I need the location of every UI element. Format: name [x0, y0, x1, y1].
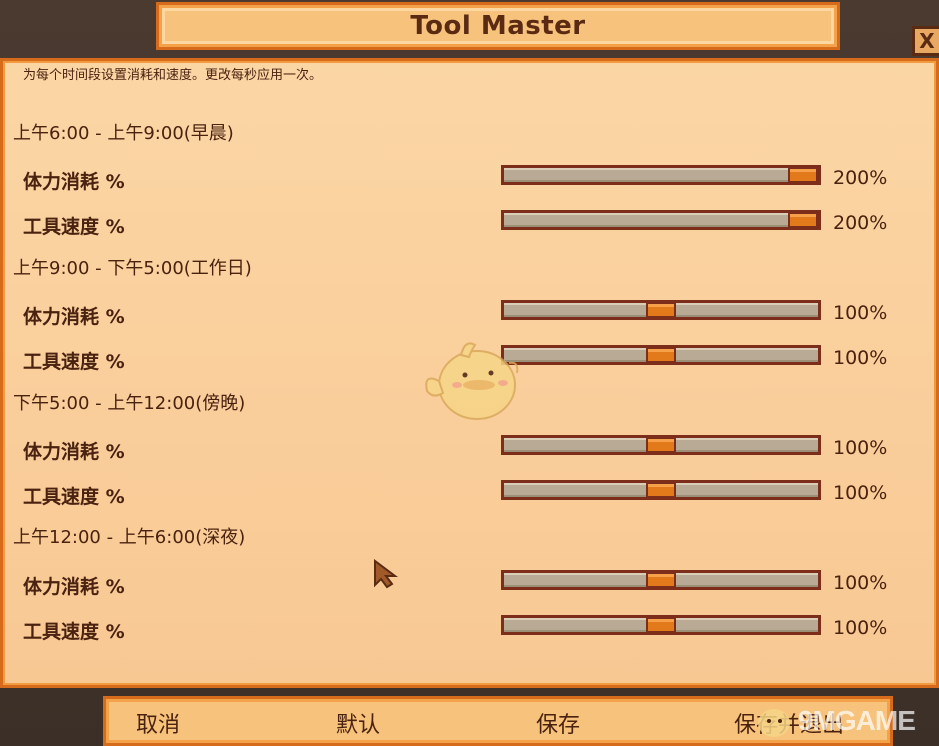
tool-speed-value: 100%: [833, 617, 888, 639]
slider-thumb[interactable]: [646, 572, 676, 588]
slider-thumb[interactable]: [646, 482, 676, 498]
title-banner: Tool Master: [156, 2, 840, 50]
tool-speed-slider-night[interactable]: [501, 615, 821, 635]
tool-speed-value: 100%: [833, 347, 888, 369]
cancel-button[interactable]: 取消: [136, 707, 180, 739]
watermark: 9MGAME: [752, 698, 938, 744]
tool-speed-label: 工具速度 %: [23, 216, 125, 238]
default-button[interactable]: 默认: [336, 707, 380, 739]
section-header-workday: 上午9:00 - 下午5:00(工作日): [13, 258, 252, 279]
stamina-value: 100%: [833, 302, 888, 324]
watermark-logo-icon: [758, 709, 790, 737]
stamina-slider-night[interactable]: [501, 570, 821, 590]
tool-speed-label: 工具速度 %: [23, 351, 125, 373]
cursor-icon: [374, 559, 398, 589]
slider-thumb[interactable]: [646, 347, 676, 363]
panel-description: 为每个时间段设置消耗和速度。更改每秒应用一次。: [23, 68, 323, 83]
tool-speed-slider-workday[interactable]: [501, 345, 821, 365]
section-header-night: 上午12:00 - 上午6:00(深夜): [13, 527, 246, 548]
tool-speed-value: 200%: [833, 212, 888, 234]
slider-thumb[interactable]: [646, 437, 676, 453]
stamina-label: 体力消耗 %: [23, 576, 125, 598]
slider-thumb[interactable]: [646, 302, 676, 318]
close-icon: X: [919, 29, 935, 53]
stamina-value: 200%: [833, 167, 888, 189]
window-title: Tool Master: [410, 11, 586, 41]
stamina-label: 体力消耗 %: [23, 441, 125, 463]
tool-speed-slider-morning[interactable]: [501, 210, 821, 230]
stamina-label: 体力消耗 %: [23, 171, 125, 193]
watermark-text: 9MGAME: [798, 705, 916, 736]
stamina-slider-evening[interactable]: [501, 435, 821, 455]
settings-panel: 为每个时间段设置消耗和速度。更改每秒应用一次。 上午6:00 - 上午9:00(…: [0, 58, 939, 688]
stamina-label: 体力消耗 %: [23, 306, 125, 328]
section-header-morning: 上午6:00 - 上午9:00(早晨): [13, 123, 234, 144]
stamina-value: 100%: [833, 437, 888, 459]
slider-thumb[interactable]: [788, 212, 818, 228]
tool-speed-slider-evening[interactable]: [501, 480, 821, 500]
tool-speed-value: 100%: [833, 482, 888, 504]
stamina-slider-morning[interactable]: [501, 165, 821, 185]
slider-thumb[interactable]: [788, 167, 818, 183]
stamina-slider-workday[interactable]: [501, 300, 821, 320]
close-button[interactable]: X: [912, 26, 939, 56]
save-button[interactable]: 保存: [536, 707, 580, 739]
stamina-value: 100%: [833, 572, 888, 594]
mascot-icon: [425, 342, 519, 420]
tool-speed-label: 工具速度 %: [23, 621, 125, 643]
slider-thumb[interactable]: [646, 617, 676, 633]
section-header-evening: 下午5:00 - 上午12:00(傍晚): [13, 393, 246, 414]
tool-speed-label: 工具速度 %: [23, 486, 125, 508]
